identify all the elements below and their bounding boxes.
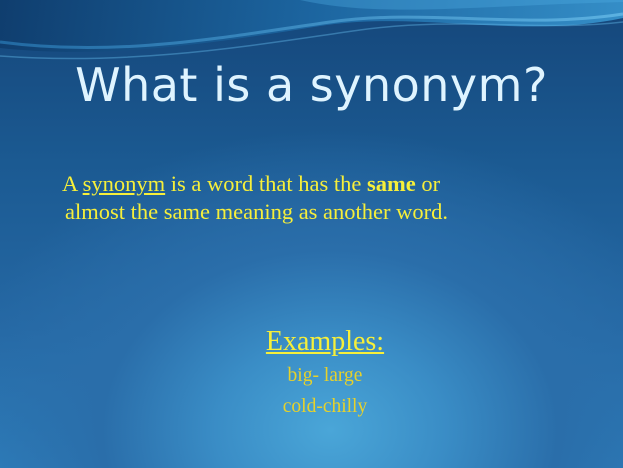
definition-part3: or <box>415 171 441 196</box>
example-item: big- large <box>287 365 363 386</box>
definition-text: A synonym is a word that has the same or… <box>62 170 602 226</box>
definition-part2: is a word that has the <box>165 171 367 196</box>
examples-list: big- large cold-chilly <box>0 360 623 422</box>
slide-title: What is a synonym? <box>75 58 548 112</box>
definition-part1: A <box>62 171 83 196</box>
definition-term: synonym <box>82 171 166 196</box>
definition-emphasis: same <box>367 171 416 196</box>
definition-line2: almost the same meaning as another word. <box>65 199 449 224</box>
slide: What is a synonym? A synonym is a word t… <box>0 0 623 468</box>
examples-heading: Examples: <box>265 326 385 357</box>
example-item: cold-chilly <box>282 396 368 417</box>
